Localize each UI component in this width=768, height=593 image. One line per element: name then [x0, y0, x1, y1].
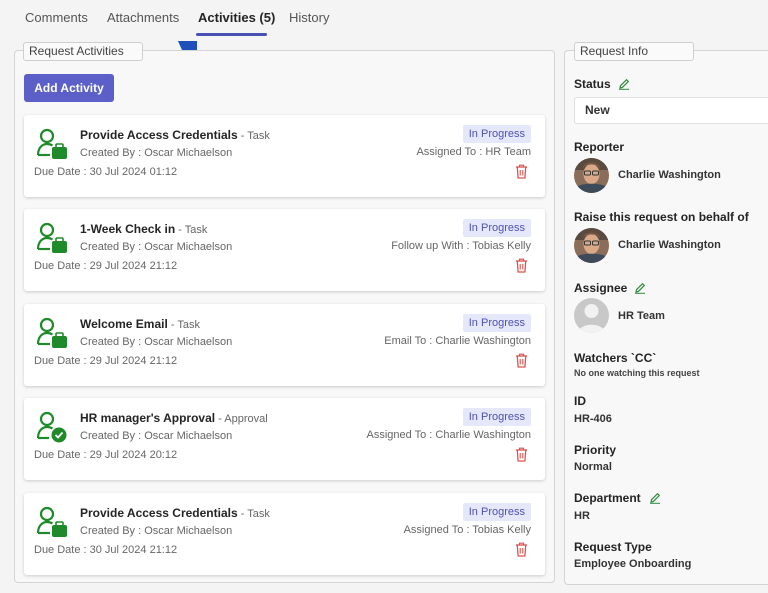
- activity-type: - Task: [167, 319, 201, 331]
- priority-label: Priority: [574, 443, 617, 457]
- priority-value: Normal: [574, 461, 612, 473]
- tab-activities[interactable]: Activities (5): [198, 10, 275, 25]
- pencil-icon[interactable]: [649, 492, 661, 504]
- status-badge: In Progress: [462, 314, 531, 332]
- id-label: ID: [574, 394, 586, 408]
- status-badge: In Progress: [462, 219, 531, 237]
- request-type-label: Request Type: [574, 540, 652, 554]
- activity-card[interactable]: Provide Access Credentials - Task Create…: [24, 115, 545, 197]
- activity-title-text: Provide Access Credentials: [80, 128, 238, 142]
- reporter-avatar: [574, 158, 609, 193]
- user-briefcase-icon: [36, 128, 67, 159]
- tab-comments[interactable]: Comments: [25, 10, 88, 25]
- department-value: HR: [574, 510, 590, 522]
- activity-type: - Task: [175, 224, 208, 236]
- assignee-name: HR Team: [618, 310, 665, 322]
- status-badge: In Progress: [462, 503, 531, 521]
- activity-title: 1-Week Check in - Task: [80, 222, 207, 236]
- flag-marker-icon: [178, 41, 197, 50]
- watchers-label: Watchers `CC`: [574, 351, 657, 365]
- tab-bar: Comments Attachments Activities (5) Hist…: [0, 0, 768, 38]
- status-badge: In Progress: [462, 125, 531, 143]
- trash-icon[interactable]: [515, 353, 528, 368]
- activity-assignment: Follow up With : Tobias Kelly: [391, 240, 531, 252]
- activity-title-text: Welcome Email: [80, 317, 168, 331]
- activity-title: HR manager's Approval - Approval: [80, 411, 268, 425]
- trash-icon[interactable]: [515, 542, 528, 557]
- add-activity-button[interactable]: Add Activity: [24, 74, 114, 102]
- activity-due-date: Due Date : 30 Jul 2024 01:12: [34, 166, 178, 178]
- activity-card[interactable]: Provide Access Credentials - Task Create…: [24, 493, 545, 575]
- reporter-label: Reporter: [574, 140, 625, 154]
- activity-created-by: Created By : Oscar Michaelson: [80, 430, 233, 442]
- request-info-legend: Request Info: [574, 42, 694, 61]
- id-value: HR-406: [574, 413, 612, 425]
- request-type-value: Employee Onboarding: [574, 558, 692, 570]
- trash-icon[interactable]: [515, 447, 528, 462]
- status-badge: In Progress: [462, 408, 531, 426]
- activity-type: - Approval: [215, 413, 268, 425]
- reporter-name: Charlie Washington: [618, 169, 721, 181]
- activity-due-date: Due Date : 29 Jul 2024 21:12: [34, 355, 178, 367]
- activity-assignment: Assigned To : Tobias Kelly: [403, 524, 531, 536]
- watchers-value: No one watching this request: [574, 368, 700, 378]
- user-briefcase-icon: [36, 317, 67, 348]
- activity-title-text: 1-Week Check in: [80, 222, 176, 236]
- activity-due-date: Due Date : 30 Jul 2024 21:12: [34, 544, 178, 556]
- behalf-name: Charlie Washington: [618, 239, 721, 251]
- activity-created-by: Created By : Oscar Michaelson: [80, 241, 233, 253]
- tab-attachments[interactable]: Attachments: [107, 10, 179, 25]
- pencil-icon[interactable]: [634, 282, 646, 294]
- activity-type: - Task: [237, 508, 270, 520]
- activity-created-by: Created By : Oscar Michaelson: [80, 525, 233, 537]
- pencil-icon[interactable]: [618, 78, 630, 90]
- status-label: Status: [574, 77, 611, 91]
- activity-title: Welcome Email - Task: [80, 317, 200, 331]
- activity-assignment: Email To : Charlie Washington: [384, 335, 531, 347]
- user-briefcase-icon: [36, 506, 67, 537]
- user-briefcase-icon: [36, 222, 67, 253]
- assignee-avatar: [574, 298, 609, 333]
- activity-title-text: Provide Access Credentials: [80, 506, 238, 520]
- trash-icon[interactable]: [515, 164, 528, 179]
- behalf-avatar: [574, 228, 609, 263]
- activity-due-date: Due Date : 29 Jul 2024 20:12: [34, 449, 178, 461]
- department-label: Department: [574, 491, 641, 505]
- activity-assignment: Assigned To : Charlie Washington: [366, 429, 531, 441]
- status-dropdown[interactable]: New: [574, 97, 768, 124]
- activity-card[interactable]: HR manager's Approval - Approval Created…: [24, 398, 545, 480]
- active-tab-indicator: [196, 33, 267, 36]
- behalf-label: Raise this request on behalf of: [574, 210, 749, 224]
- activity-due-date: Due Date : 29 Jul 2024 21:12: [34, 260, 178, 272]
- tab-history[interactable]: History: [289, 10, 329, 25]
- activity-title: Provide Access Credentials - Task: [80, 128, 270, 142]
- request-activities-legend: Request Activities: [23, 42, 143, 61]
- activity-title: Provide Access Credentials - Task: [80, 506, 270, 520]
- activity-title-text: HR manager's Approval: [80, 411, 216, 425]
- activity-card[interactable]: 1-Week Check in - Task Created By : Osca…: [24, 209, 545, 291]
- activity-card[interactable]: Welcome Email - Task Created By : Oscar …: [24, 304, 545, 386]
- activity-created-by: Created By : Oscar Michaelson: [80, 336, 233, 348]
- user-check-icon: [36, 411, 67, 443]
- activity-type: - Task: [237, 130, 270, 142]
- activity-assignment: Assigned To : HR Team: [416, 146, 531, 158]
- assignee-label: Assignee: [574, 281, 628, 295]
- trash-icon[interactable]: [515, 258, 528, 273]
- activity-created-by: Created By : Oscar Michaelson: [80, 147, 233, 159]
